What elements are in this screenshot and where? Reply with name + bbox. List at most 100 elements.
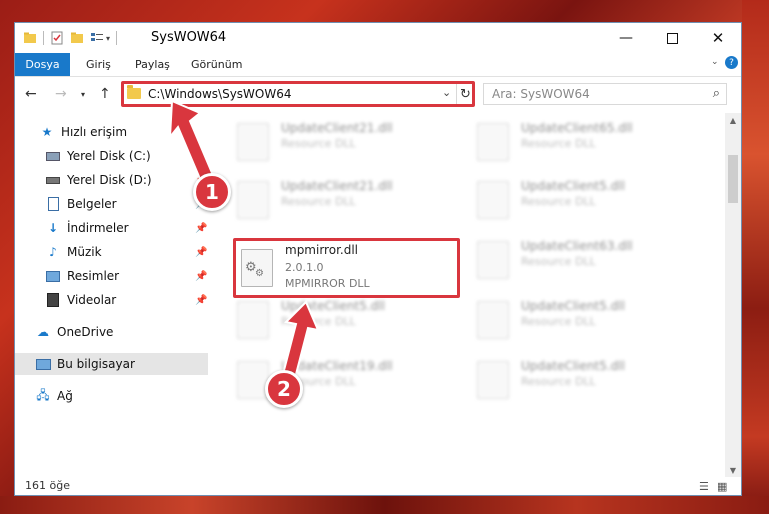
file-name: UpdateClient21.dll bbox=[281, 121, 393, 135]
desktop-wallpaper bbox=[742, 0, 769, 514]
sidebar-item-videos[interactable]: Videolar 📌 bbox=[15, 289, 238, 311]
list-item[interactable]: UpdateClient5.dll Resource DLL bbox=[471, 175, 691, 223]
desktop-wallpaper-bottom bbox=[0, 496, 769, 514]
tab-view[interactable]: Görünüm bbox=[191, 53, 242, 76]
file-desc: Resource DLL bbox=[281, 195, 356, 208]
search-icon: ⌕ bbox=[712, 86, 720, 101]
item-count: 161 öğe bbox=[25, 479, 70, 492]
video-icon bbox=[45, 292, 61, 308]
pin-icon[interactable]: 📌 bbox=[195, 271, 207, 282]
list-item[interactable]: UpdateClient21.dll Resource DLL bbox=[231, 117, 451, 165]
explorer-window: ▾ SysWOW64 — ✕ Dosya Giriş Paylaş Görünü… bbox=[14, 22, 742, 496]
tab-home[interactable]: Giriş bbox=[86, 53, 111, 76]
file-desc: Resource DLL bbox=[521, 315, 596, 328]
list-item[interactable]: UpdateClient19.dll Resource DLL bbox=[231, 355, 451, 403]
sidebar-item-label: Resimler bbox=[67, 269, 120, 283]
drive-icon bbox=[45, 172, 61, 188]
sidebar-item-pictures[interactable]: Resimler 📌 bbox=[15, 265, 238, 287]
window-title: SysWOW64 bbox=[151, 30, 227, 45]
details-view-icon[interactable]: ☰ bbox=[699, 480, 709, 493]
properties-icon[interactable] bbox=[50, 31, 64, 45]
scroll-down-icon[interactable]: ▼ bbox=[725, 463, 741, 477]
file-name: UpdateClient21.dll bbox=[281, 179, 393, 193]
sidebar-item-label: Müzik bbox=[67, 245, 102, 259]
file-highlight-box bbox=[233, 238, 460, 298]
cloud-icon: ☁ bbox=[37, 325, 49, 339]
forward-arrow-icon[interactable]: → bbox=[55, 86, 67, 102]
tab-share[interactable]: Paylaş bbox=[135, 53, 170, 76]
scroll-up-icon[interactable]: ▲ bbox=[725, 113, 741, 127]
file-name: UpdateClient65.dll bbox=[521, 121, 633, 135]
tab-file[interactable]: Dosya bbox=[15, 53, 70, 76]
maximize-button[interactable] bbox=[649, 23, 695, 53]
picture-icon bbox=[45, 268, 61, 284]
file-name: UpdateClient5.dll bbox=[521, 359, 625, 373]
file-name: UpdateClient5.dll bbox=[521, 299, 625, 313]
pin-icon[interactable]: 📌 bbox=[195, 223, 207, 234]
file-desc: Resource DLL bbox=[281, 137, 356, 150]
scroll-thumb[interactable] bbox=[728, 155, 738, 203]
sidebar-item-label: İndirmeler bbox=[67, 221, 129, 235]
search-box[interactable]: Ara: SysWOW64 ⌕ bbox=[483, 83, 727, 105]
pin-icon[interactable]: 📌 bbox=[195, 295, 207, 306]
list-item[interactable]: UpdateClient65.dll Resource DLL bbox=[471, 117, 691, 165]
recent-chevron-icon[interactable]: ▾ bbox=[81, 90, 85, 99]
sidebar-item-label: Yerel Disk (D:) bbox=[67, 173, 152, 187]
sidebar-item-label: Videolar bbox=[67, 293, 117, 307]
network-icon: 🖧 bbox=[36, 387, 50, 402]
view-options-icon[interactable] bbox=[90, 31, 104, 45]
file-name: UpdateClient5.dll bbox=[521, 179, 625, 193]
sidebar-item-label: Bu bilgisayar bbox=[57, 357, 135, 371]
sidebar-item-label: OneDrive bbox=[57, 325, 114, 339]
sidebar-item-this-pc[interactable]: Bu bilgisayar bbox=[15, 353, 208, 375]
title-bar: ▾ SysWOW64 — ✕ bbox=[15, 23, 741, 53]
step-badge-1: 1 bbox=[193, 173, 231, 211]
sidebar-item-onedrive[interactable]: ☁ OneDrive bbox=[15, 321, 228, 343]
file-name: UpdateClient63.dll bbox=[521, 239, 633, 253]
list-item[interactable]: UpdateClient5.dll Resource DLL bbox=[471, 295, 691, 343]
star-icon: ★ bbox=[41, 125, 53, 139]
status-bar: 161 öğe ☰ ▦ bbox=[15, 477, 741, 495]
sidebar-item-label: Belgeler bbox=[67, 197, 117, 211]
help-icon[interactable]: ? bbox=[725, 56, 738, 69]
close-button[interactable]: ✕ bbox=[695, 23, 741, 53]
sidebar-item-downloads[interactable]: ↓ İndirmeler 📌 bbox=[15, 217, 238, 239]
search-input[interactable]: Ara: SysWOW64 bbox=[492, 87, 590, 101]
file-desc: Resource DLL bbox=[521, 375, 596, 388]
toolbar-separator bbox=[116, 31, 118, 45]
sidebar-item-label: Hızlı erişim bbox=[61, 125, 128, 139]
drive-icon bbox=[45, 148, 61, 164]
new-folder-icon[interactable] bbox=[70, 31, 84, 45]
download-icon: ↓ bbox=[47, 221, 59, 235]
close-icon: ✕ bbox=[711, 29, 725, 47]
file-desc: Resource DLL bbox=[521, 195, 596, 208]
vertical-scrollbar[interactable]: ▲ ▼ bbox=[725, 113, 741, 477]
list-item[interactable]: UpdateClient63.dll Resource DLL bbox=[471, 235, 691, 283]
list-item[interactable]: UpdateClient5.dll Resource DLL bbox=[231, 295, 451, 343]
document-icon bbox=[45, 196, 61, 212]
sidebar-item-label: Yerel Disk (C:) bbox=[67, 149, 151, 163]
toolbar-separator bbox=[43, 31, 44, 45]
quick-access-toolbar: ▾ bbox=[23, 29, 123, 47]
maximize-icon bbox=[666, 32, 678, 44]
list-item[interactable]: UpdateClient21.dll Resource DLL bbox=[231, 175, 451, 223]
up-arrow-icon[interactable]: ↑ bbox=[99, 86, 111, 102]
music-icon: ♪ bbox=[49, 245, 57, 259]
ribbon-tabs: Dosya Giriş Paylaş Görünüm ⌄ ? bbox=[15, 53, 741, 77]
computer-icon bbox=[35, 356, 51, 372]
chevron-down-icon[interactable]: ▾ bbox=[106, 34, 110, 43]
back-arrow-icon[interactable]: ← bbox=[25, 86, 37, 102]
sidebar-item-network[interactable]: 🖧 Ağ bbox=[15, 385, 228, 407]
sidebar-item-music[interactable]: ♪ Müzik 📌 bbox=[15, 241, 238, 263]
pin-icon[interactable]: 📌 bbox=[195, 247, 207, 258]
list-item[interactable]: UpdateClient5.dll Resource DLL bbox=[471, 355, 691, 403]
minimize-icon: — bbox=[619, 30, 633, 46]
ribbon-expand-icon[interactable]: ⌄ bbox=[711, 57, 719, 67]
step-badge-2: 2 bbox=[265, 370, 303, 408]
file-desc: Resource DLL bbox=[521, 255, 596, 268]
file-desc: Resource DLL bbox=[521, 137, 596, 150]
minimize-button[interactable]: — bbox=[603, 23, 649, 53]
sidebar-item-label: Ağ bbox=[57, 389, 73, 403]
tiles-view-icon[interactable]: ▦ bbox=[717, 480, 727, 493]
folder-icon bbox=[24, 32, 36, 43]
